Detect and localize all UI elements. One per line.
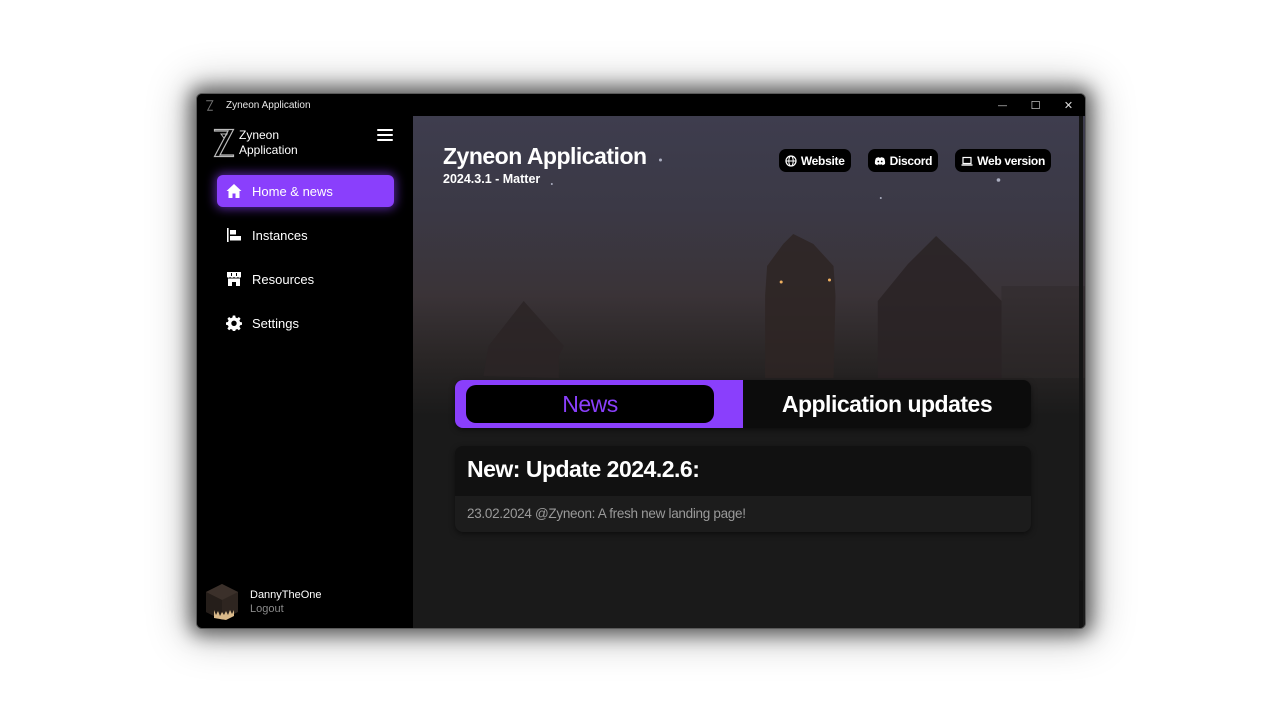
web-version-button[interactable]: Web version — [955, 149, 1051, 172]
sidebar-nav: Home & news Instances Resources Settings — [217, 175, 394, 351]
hamburger-menu-icon[interactable] — [377, 129, 393, 143]
brand-line-1: Zyneon — [239, 128, 280, 142]
sidebar-item-instances[interactable]: Instances — [217, 219, 394, 251]
home-icon — [225, 182, 243, 200]
news-card: New: Update 2024.2.6: 23.02.2024 @Zyneon… — [455, 446, 1031, 532]
close-icon: ✕ — [1063, 99, 1074, 112]
web-version-label: Web version — [977, 153, 1045, 168]
logout-link[interactable]: Logout — [250, 602, 322, 616]
external-links: Website Discord Web version — [778, 149, 1051, 172]
tab-news[interactable]: News — [455, 380, 743, 428]
sidebar-item-label: Home & news — [252, 183, 333, 199]
maximize-icon: ☐ — [1030, 99, 1041, 112]
minimize-icon: — — [998, 100, 1007, 110]
discord-icon — [874, 156, 885, 165]
username: DannyTheOne — [250, 589, 322, 601]
page-title: Zyneon Application — [443, 143, 647, 169]
zyneon-logo-icon — [213, 128, 235, 158]
news-title: New: Update 2024.2.6: — [467, 456, 700, 482]
gear-icon — [225, 314, 243, 332]
zyneon-logo-icon — [203, 99, 215, 111]
version-label: 2024.3.1 - Matter — [443, 172, 541, 186]
avatar[interactable] — [204, 582, 240, 622]
discord-button[interactable]: Discord — [867, 149, 939, 172]
brand: Zyneon Application — [213, 128, 298, 158]
discord-label: Discord — [889, 153, 933, 168]
main-content: Zyneon Application 2024.3.1 - Matter Web… — [413, 116, 1085, 628]
maximize-button[interactable]: ☐ — [1019, 94, 1052, 116]
window-title: Zyneon Application — [226, 99, 311, 111]
brand-line-2: Application — [239, 143, 298, 157]
news-body: 23.02.2024 @Zyneon: A fresh new landing … — [455, 496, 1031, 532]
minimize-button[interactable]: — — [986, 94, 1019, 116]
user-profile: DannyTheOne Logout — [204, 582, 322, 622]
globe-icon — [785, 154, 797, 167]
sidebar-item-resources[interactable]: Resources — [217, 263, 394, 295]
sidebar: Zyneon Application Home & news Instances — [197, 116, 413, 628]
tab-label: Application updates — [781, 390, 993, 417]
sidebar-item-label: Instances — [252, 227, 308, 243]
scrollbar-thumb[interactable] — [1079, 116, 1083, 581]
sidebar-item-home[interactable]: Home & news — [217, 175, 394, 207]
website-label: Website — [800, 153, 845, 168]
instances-icon — [225, 226, 243, 244]
title-bar: Zyneon Application — ☐ ✕ — [197, 94, 1085, 116]
website-button[interactable]: Website — [778, 149, 851, 172]
store-icon — [225, 270, 243, 288]
brand-text: Zyneon Application — [239, 128, 298, 158]
close-button[interactable]: ✕ — [1052, 94, 1085, 116]
tab-application-updates[interactable]: Application updates — [743, 380, 1031, 428]
tab-label: News — [562, 390, 618, 417]
sidebar-item-label: Settings — [252, 315, 299, 331]
laptop-icon — [961, 156, 973, 166]
news-tabs: News Application updates — [455, 380, 1031, 428]
scrollbar[interactable] — [1079, 116, 1083, 628]
app-window: Zyneon Application — ☐ ✕ Zyneon Applicat… — [196, 93, 1086, 629]
window-controls: — ☐ ✕ — [986, 94, 1085, 116]
sidebar-item-settings[interactable]: Settings — [217, 307, 394, 339]
sidebar-item-label: Resources — [252, 271, 315, 287]
